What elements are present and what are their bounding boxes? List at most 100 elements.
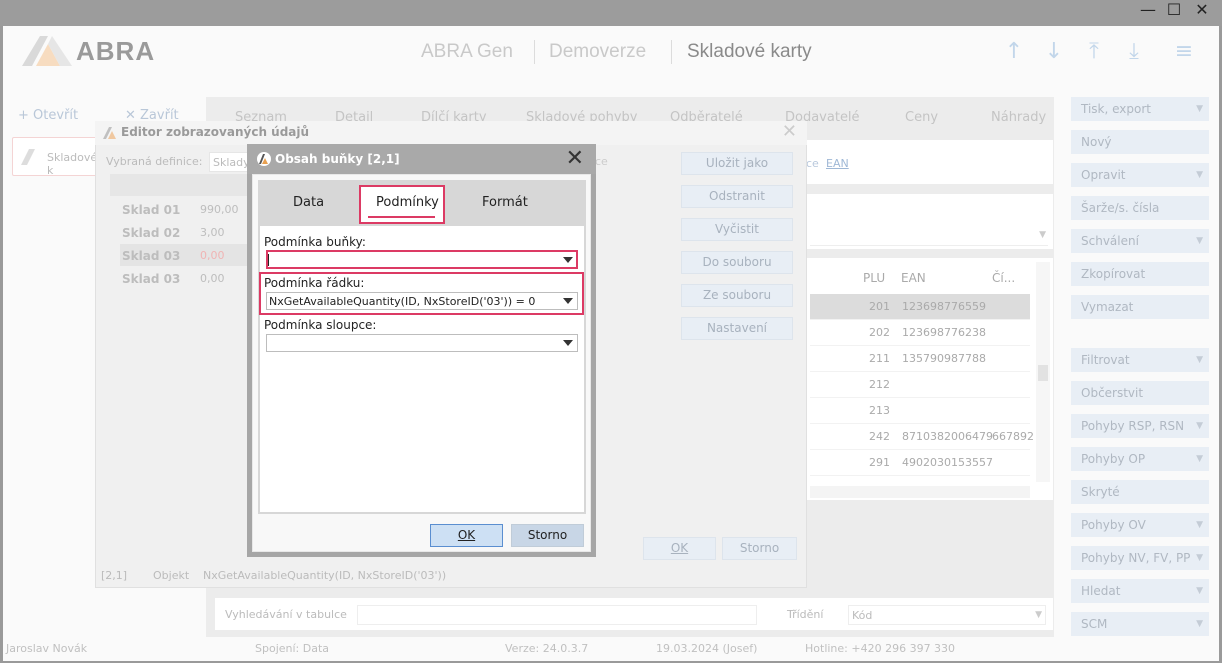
chevron-down-icon bbox=[563, 340, 573, 346]
table-row[interactable]: 212 bbox=[810, 372, 1030, 398]
status-date: 19.03.2024 (Josef) bbox=[656, 642, 758, 655]
search-input[interactable] bbox=[357, 605, 757, 625]
editor-ok-button[interactable]: OK bbox=[643, 537, 716, 560]
sidebar-button[interactable]: Občerstvit bbox=[1071, 381, 1209, 405]
editor-cancel-button[interactable]: Storno bbox=[722, 537, 797, 560]
sort-value: Kód bbox=[852, 609, 873, 622]
document-tab-card[interactable]: Skladové k bbox=[12, 137, 106, 177]
sort-select[interactable]: Kód ▼ bbox=[848, 605, 1046, 625]
editor-grid-header bbox=[110, 174, 250, 196]
save-as-button[interactable]: Uložit jako bbox=[681, 152, 793, 175]
sidebar-button-label: Zkopírovat bbox=[1081, 267, 1146, 281]
arrow-up-icon[interactable]: ↑ bbox=[1002, 40, 1026, 64]
cell-plu: 212 bbox=[869, 378, 890, 391]
delete-button[interactable]: Odstranit bbox=[681, 185, 793, 208]
sidebar-button[interactable]: Zkopírovat bbox=[1071, 262, 1209, 286]
breadcrumb-current: Skladové karty bbox=[687, 41, 812, 62]
tab-data[interactable]: Data bbox=[293, 195, 324, 210]
dialog-cancel-button[interactable]: Storno bbox=[511, 524, 584, 547]
tab-format[interactable]: Formát bbox=[482, 195, 528, 210]
table-row[interactable]: 242 8710382006479 667892 bbox=[810, 424, 1034, 450]
grid-header-extra[interactable]: Čí... bbox=[992, 271, 1015, 285]
export-to-file-button[interactable]: Do souboru bbox=[681, 251, 793, 274]
editor-close-icon[interactable]: ✕ bbox=[782, 121, 797, 142]
link-ean[interactable]: EAN bbox=[826, 157, 849, 170]
chevron-down-icon: ▼ bbox=[1196, 104, 1203, 114]
cell-ean: 123698776559 bbox=[902, 300, 986, 313]
breadcrumb-app[interactable]: ABRA Gen bbox=[421, 41, 513, 63]
chevron-down-icon: ▼ bbox=[1196, 619, 1203, 629]
grid-horizontal-scrollbar[interactable] bbox=[810, 486, 1030, 498]
editor-row-name[interactable]: Sklad 01 bbox=[122, 203, 180, 217]
settings-button[interactable]: Nastavení bbox=[681, 317, 793, 340]
sidebar-button[interactable]: Hledat ▼ bbox=[1071, 579, 1209, 603]
close-window-button[interactable]: ✕ bbox=[1190, 0, 1214, 20]
sidebar-button[interactable]: Skryté bbox=[1071, 480, 1209, 504]
sidebar-button[interactable]: Filtrovat ▼ bbox=[1071, 348, 1209, 372]
sidebar-button-label: Nový bbox=[1081, 135, 1112, 149]
editor-row-value[interactable]: 0,00 bbox=[200, 272, 225, 285]
maximize-button[interactable]: ☐ bbox=[1162, 0, 1186, 20]
open-button[interactable]: + Otevřít bbox=[18, 108, 78, 123]
sidebar-button[interactable]: Pohyby OV ▼ bbox=[1071, 513, 1209, 537]
minimize-button[interactable]: — bbox=[1136, 0, 1160, 20]
breadcrumb-company[interactable]: Demoverze bbox=[549, 41, 646, 63]
sidebar-button[interactable]: Pohyby RSP, RSN ▼ bbox=[1071, 414, 1209, 438]
table-row[interactable]: 202 123698776238 bbox=[810, 320, 1030, 346]
status-version: Verze: 24.0.3.7 bbox=[505, 642, 589, 655]
grid-header-ean[interactable]: EAN bbox=[901, 271, 926, 285]
grid-header-plu[interactable]: PLU bbox=[863, 271, 885, 285]
table-row[interactable]: 213 bbox=[810, 398, 1030, 424]
tab-conditions[interactable]: Podmínky bbox=[376, 195, 439, 210]
tab-ceny[interactable]: Ceny bbox=[905, 110, 938, 125]
sidebar-button[interactable]: Šarže/s. čísla bbox=[1071, 196, 1209, 220]
column-condition-combo[interactable] bbox=[266, 334, 578, 352]
sidebar-button[interactable]: Pohyby OP ▼ bbox=[1071, 447, 1209, 471]
table-row[interactable]: 201 123698776559 bbox=[810, 294, 1030, 320]
cell-condition-label: Podmínka buňky: bbox=[264, 235, 366, 249]
sidebar-button[interactable]: Vymazat bbox=[1071, 295, 1209, 319]
scrollbar-thumb[interactable] bbox=[1038, 365, 1048, 381]
sidebar-button-label: Občerstvit bbox=[1081, 386, 1144, 400]
sidebar-button[interactable]: Opravit ▼ bbox=[1071, 163, 1209, 187]
editor-row-value[interactable]: 990,00 bbox=[200, 203, 239, 216]
filter-combo[interactable]: ▼ bbox=[810, 228, 1048, 246]
arrow-down-icon[interactable]: ↓ bbox=[1042, 40, 1066, 64]
import-from-file-button[interactable]: Ze souboru bbox=[681, 284, 793, 307]
sidebar-button[interactable]: Nový bbox=[1071, 130, 1209, 154]
sidebar-button[interactable]: Pohyby NV, FV, PP ▼ bbox=[1071, 546, 1209, 570]
editor-row-value[interactable]: 3,00 bbox=[200, 226, 225, 239]
chevron-down-icon: ▼ bbox=[1035, 610, 1042, 620]
status-connection: Spojení: Data bbox=[255, 642, 330, 655]
dialog-ok-button[interactable]: OK bbox=[430, 524, 503, 547]
search-label: Vyhledávání v tabulce bbox=[225, 608, 347, 621]
cell-plu: 242 bbox=[869, 430, 890, 443]
breadcrumb-separator bbox=[534, 40, 535, 64]
editor-row-name[interactable]: Sklad 02 bbox=[122, 226, 180, 240]
cell-plu: 211 bbox=[869, 352, 890, 365]
sidebar-button-label: Pohyby NV, FV, PP bbox=[1081, 551, 1191, 565]
editor-row-value[interactable]: 0,00 bbox=[200, 249, 225, 262]
sidebar-button-label: Opravit bbox=[1081, 168, 1126, 182]
clear-button[interactable]: Vyčistit bbox=[681, 218, 793, 241]
hamburger-menu-icon[interactable]: ≡ bbox=[1172, 40, 1196, 64]
sidebar-button-label: Vymazat bbox=[1081, 300, 1134, 314]
dialog-close-icon[interactable]: ✕ bbox=[566, 145, 584, 173]
abra-logo-icon bbox=[22, 36, 74, 69]
arrow-bottom-icon[interactable]: ⤓ bbox=[1122, 40, 1146, 64]
editor-row-name[interactable]: Sklad 03 bbox=[122, 249, 180, 263]
arrow-top-icon[interactable]: ⤒ bbox=[1082, 40, 1106, 64]
editor-row-name[interactable]: Sklad 03 bbox=[122, 272, 180, 286]
sidebar-button[interactable]: SCM ▼ bbox=[1071, 612, 1209, 636]
table-row[interactable]: 211 135790987788 bbox=[810, 346, 1030, 372]
link-ce[interactable]: ce bbox=[806, 157, 819, 170]
abra-dialog-icon bbox=[257, 152, 271, 166]
tab-nahrady[interactable]: Náhrady bbox=[991, 110, 1046, 125]
sidebar-button[interactable]: Tisk, export ▼ bbox=[1071, 97, 1209, 121]
definition-select[interactable]: Sklady bbox=[209, 152, 250, 172]
table-row[interactable]: 291 4902030153557 bbox=[810, 450, 1030, 476]
sidebar-button-label: Tisk, export bbox=[1081, 102, 1151, 116]
sidebar-button[interactable]: Schválení ▼ bbox=[1071, 229, 1209, 253]
dialog-title: Obsah buňky [2,1] bbox=[275, 152, 400, 166]
cell-plu: 291 bbox=[869, 456, 890, 469]
